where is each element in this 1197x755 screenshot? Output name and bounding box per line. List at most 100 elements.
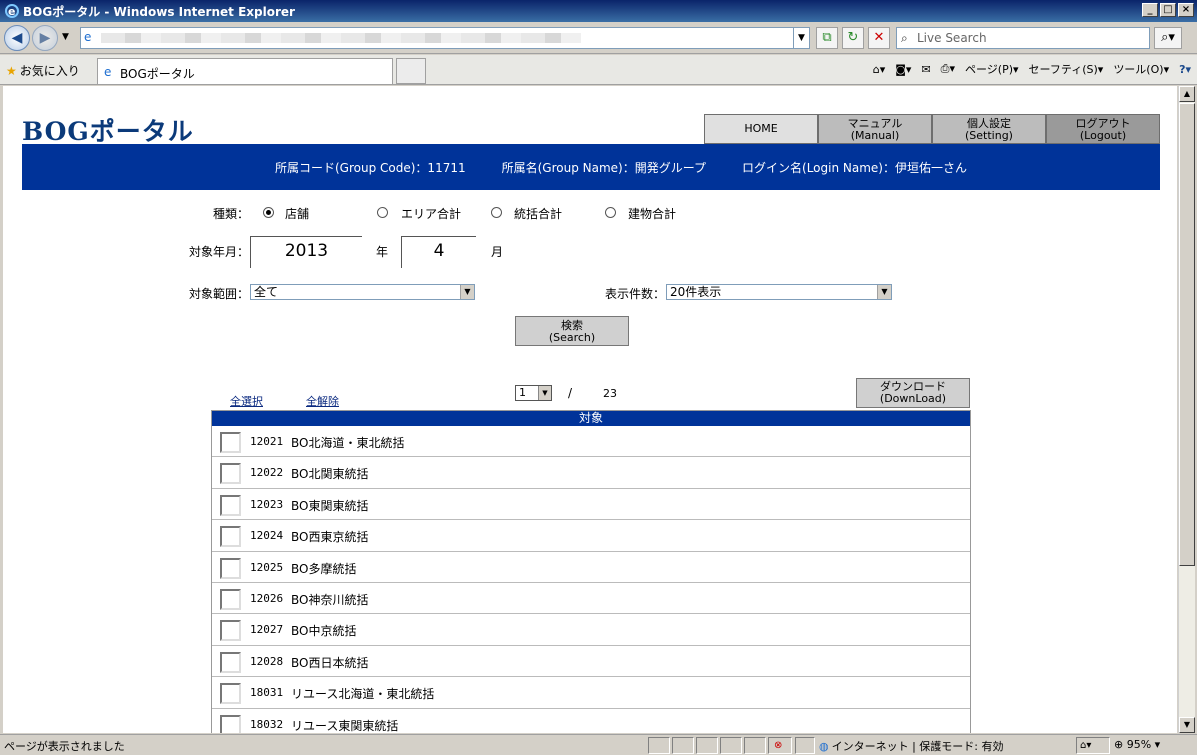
- month-input[interactable]: 4: [401, 236, 476, 268]
- history-dropdown-icon[interactable]: ▼: [62, 32, 69, 42]
- table-row: 12027 BO中京統括: [212, 614, 970, 646]
- user-info-banner: 所属コード(Group Code)：11711 所属名(Group Name)：…: [22, 144, 1160, 190]
- table-row: 12023 BO東関東統括: [212, 489, 970, 521]
- table-row: 12024 BO西東京統括: [212, 520, 970, 552]
- search-button[interactable]: 検索 (Search): [515, 316, 629, 346]
- scroll-up-icon[interactable]: ▲: [1179, 86, 1195, 102]
- address-input[interactable]: e ▼: [80, 27, 810, 49]
- command-bar: ⌂▾ ◙▾ ✉ ⎙▾ ページ(P)▾ セーフティ(S)▾ ツール(O)▾ ?▾: [873, 61, 1191, 77]
- row-checkbox[interactable]: [220, 494, 241, 516]
- status-segment: [696, 737, 718, 754]
- stop-icon[interactable]: ✕: [868, 27, 890, 49]
- address-toolbar: ◀ ▶ ▼ e ▼ ⧉ ↻ ✕ ⌕ Live Search ⌕▾: [0, 22, 1197, 54]
- refresh-icon[interactable]: ↻: [842, 27, 864, 49]
- scope-select[interactable]: 全て ▼: [250, 284, 475, 300]
- tools-menu[interactable]: ツール(O)▾: [1113, 61, 1169, 77]
- address-url-redacted: [101, 33, 581, 43]
- row-checkbox[interactable]: [220, 714, 241, 733]
- nav-manual-button[interactable]: マニュアル (Manual): [818, 114, 932, 144]
- page-menu[interactable]: ページ(P)▾: [965, 61, 1019, 77]
- type-option-general: 統括合計: [514, 207, 563, 221]
- type-label: 種類：: [213, 207, 250, 221]
- zoom-control[interactable]: ⊕ 95% ▾: [1114, 738, 1160, 751]
- row-checkbox[interactable]: [220, 463, 241, 485]
- group-code: 所属コード(Group Code)：11711: [275, 160, 466, 175]
- type-radio-area[interactable]: [377, 207, 388, 218]
- row-checkbox[interactable]: [220, 526, 241, 548]
- period-label: 対象年月：: [189, 245, 250, 259]
- nav-logout-button[interactable]: ログアウト (Logout): [1046, 114, 1160, 144]
- status-segment: [720, 737, 742, 754]
- scroll-down-icon[interactable]: ▼: [1179, 717, 1195, 733]
- type-radio-building[interactable]: [605, 207, 616, 218]
- row-checkbox[interactable]: [220, 620, 241, 642]
- row-checkbox[interactable]: [220, 557, 241, 579]
- maximize-button[interactable]: □: [1160, 3, 1176, 17]
- scope-dropdown-icon: ▼: [460, 285, 474, 299]
- table-row: 12026 BO神奈川統括: [212, 583, 970, 615]
- row-checkbox[interactable]: [220, 588, 241, 610]
- new-tab-button[interactable]: [396, 58, 426, 84]
- browser-tab[interactable]: e BOGポータル: [97, 58, 393, 84]
- table-row: 12022 BO北関東統括: [212, 457, 970, 489]
- popup-blocked-icon[interactable]: ⊗: [768, 737, 792, 754]
- page-separator: /: [568, 386, 573, 400]
- zoom-icon: ⊕: [1114, 738, 1124, 751]
- type-radio-store[interactable]: [263, 207, 274, 218]
- search-input[interactable]: ⌕ Live Search: [896, 27, 1150, 49]
- safety-menu[interactable]: セーフティ(S)▾: [1029, 61, 1104, 77]
- status-segment: [795, 737, 815, 754]
- search-go-icon[interactable]: ⌕▾: [1154, 27, 1182, 49]
- count-select[interactable]: 20件表示 ▼: [666, 284, 892, 300]
- tab-page-icon: e: [104, 65, 112, 79]
- vertical-scrollbar[interactable]: ▲ ▼: [1178, 86, 1195, 733]
- ie-logo-icon: e: [4, 3, 20, 19]
- count-dropdown-icon: ▼: [877, 285, 891, 299]
- type-option-store: 店舗: [285, 207, 310, 221]
- page-select[interactable]: 1 ▼: [515, 385, 552, 401]
- group-name: 所属名(Group Name)：開発グループ: [501, 160, 707, 175]
- feeds-icon[interactable]: ◙▾: [895, 63, 911, 76]
- forward-icon[interactable]: ▶: [32, 25, 58, 51]
- close-button[interactable]: ×: [1178, 3, 1194, 17]
- type-radio-general[interactable]: [491, 207, 502, 218]
- type-option-building: 建物合計: [628, 207, 677, 221]
- table-header: 対象: [212, 411, 970, 426]
- svg-text:e: e: [8, 5, 15, 18]
- deselect-all-link[interactable]: 全解除: [306, 393, 339, 409]
- globe-icon: ◍: [819, 740, 829, 753]
- favorites-button[interactable]: ★ お気に入り: [6, 62, 80, 79]
- download-button[interactable]: ダウンロード (DownLoad): [856, 378, 970, 408]
- year-unit: 年: [376, 245, 389, 259]
- status-bar: ページが表示されました ⊗ ◍ インターネット | 保護モード: 有効 ⌂▾ ⊕ …: [0, 734, 1197, 755]
- login-name: ログイン名(Login Name)：伊垣佑一さん: [742, 160, 967, 175]
- help-icon[interactable]: ?▾: [1179, 63, 1191, 76]
- row-checkbox[interactable]: [220, 432, 241, 453]
- page-viewport: BOGポータル HOME マニュアル (Manual) 個人設定 (Settin…: [3, 86, 1177, 733]
- status-segment: [744, 737, 766, 754]
- security-zone[interactable]: ◍ インターネット | 保護モード: 有効: [819, 738, 1004, 754]
- scroll-thumb[interactable]: [1179, 103, 1195, 566]
- back-icon[interactable]: ◀: [4, 25, 30, 51]
- nav-setting-button[interactable]: 個人設定 (Setting): [932, 114, 1046, 144]
- mail-icon[interactable]: ✉: [921, 63, 930, 76]
- scope-label: 対象範囲：: [189, 287, 250, 301]
- month-unit: 月: [491, 245, 504, 259]
- status-segment: [648, 737, 670, 754]
- select-all-link[interactable]: 全選択: [230, 393, 263, 409]
- year-input[interactable]: 2013: [250, 236, 362, 268]
- address-dropdown-icon[interactable]: ▼: [793, 28, 809, 48]
- page-icon: e: [84, 30, 92, 44]
- nav-home-button[interactable]: HOME: [704, 114, 818, 144]
- row-checkbox[interactable]: [220, 651, 241, 673]
- row-checkbox[interactable]: [220, 683, 241, 705]
- compatibility-icon[interactable]: ⧉: [816, 27, 838, 49]
- type-option-area: エリア合計: [401, 207, 462, 221]
- status-message: ページが表示されました: [4, 740, 125, 753]
- top-navigation: HOME マニュアル (Manual) 個人設定 (Setting) ログアウト…: [704, 114, 1160, 144]
- print-icon[interactable]: ⎙▾: [941, 62, 955, 76]
- status-segment: [672, 737, 694, 754]
- minimize-button[interactable]: _: [1142, 3, 1158, 17]
- home-icon[interactable]: ⌂▾: [873, 63, 886, 76]
- protected-mode-icon[interactable]: ⌂▾: [1076, 737, 1110, 754]
